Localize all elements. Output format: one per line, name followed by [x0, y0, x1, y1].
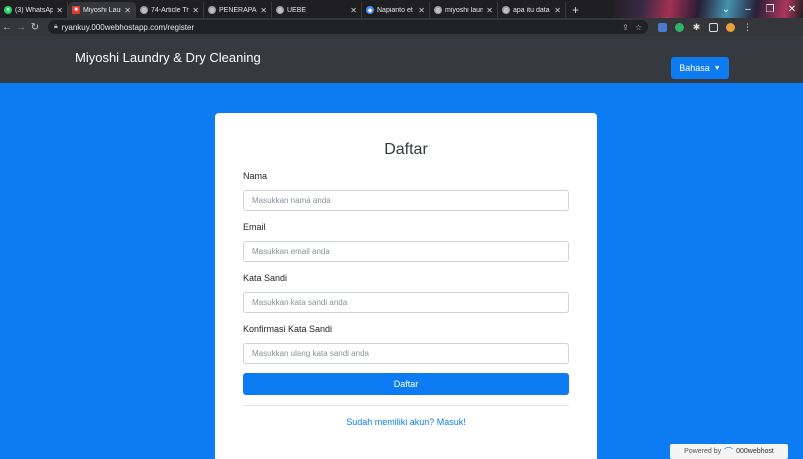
close-tab-icon[interactable]: ✕: [554, 6, 561, 15]
reload-icon[interactable]: ↻: [28, 22, 42, 33]
name-input[interactable]: [243, 190, 569, 211]
side-panel-icon[interactable]: [709, 22, 718, 32]
tab-title: PENERAPAN: [219, 6, 257, 14]
close-tab-icon[interactable]: ✕: [418, 6, 425, 15]
tab-search-icon[interactable]: ⌄: [715, 4, 737, 15]
close-tab-icon[interactable]: ✕: [260, 6, 267, 15]
url-text: ryankuy.000webhostapp.com/register: [61, 22, 195, 32]
confirm-password-input[interactable]: [243, 343, 569, 364]
tab-title: Napianto et: [377, 6, 413, 14]
password-input[interactable]: [243, 292, 569, 313]
name-label: Nama: [243, 171, 268, 181]
lock-icon[interactable]: 🔒︎: [54, 23, 58, 31]
extension-icon[interactable]: [675, 22, 684, 32]
close-window-icon[interactable]: ✕: [781, 4, 803, 15]
close-tab-icon[interactable]: ✕: [486, 6, 493, 15]
extension-icon[interactable]: [658, 22, 667, 32]
globe-icon: ◎: [502, 6, 510, 14]
site-brand[interactable]: Miyoshi Laundry & Dry Cleaning: [75, 50, 261, 65]
site-navbar: Miyoshi Laundry & Dry Cleaning Bahasa ▼: [0, 36, 803, 83]
globe-icon: ◎: [208, 6, 216, 14]
minimize-icon[interactable]: –: [737, 4, 759, 15]
globe-icon: ◎: [140, 6, 148, 14]
whatsapp-icon: ●: [4, 6, 12, 14]
close-tab-icon[interactable]: ✕: [124, 6, 131, 15]
host-name: 000webhost: [736, 448, 774, 455]
powered-by-badge[interactable]: Powered by ⌒ 000webhost: [670, 444, 788, 459]
confirm-password-label: Konfirmasi Kata Sandi: [243, 324, 333, 334]
profile-avatar-icon[interactable]: [726, 22, 735, 32]
restore-icon[interactable]: ❐: [759, 4, 781, 15]
tab-title: miyoshi laun: [445, 6, 484, 14]
browser-tab-miyoshi-search[interactable]: ◎ miyoshi laun ✕: [430, 2, 498, 18]
tab-title: UEBE: [287, 6, 307, 14]
globe-icon: ◎: [276, 6, 284, 14]
close-tab-icon[interactable]: ✕: [192, 6, 199, 15]
bookmark-star-icon[interactable]: ☆: [635, 23, 642, 32]
back-icon[interactable]: ←: [0, 22, 14, 33]
language-dropdown-button[interactable]: Bahasa ▼: [671, 57, 729, 79]
more-menu-icon[interactable]: ⋮: [743, 22, 752, 32]
forward-icon[interactable]: →: [14, 22, 28, 33]
webhost-logo-icon: ⌒: [724, 447, 734, 457]
address-bar[interactable]: 🔒︎ ryankuy.000webhostapp.com/register ⇪ …: [48, 20, 648, 34]
form-title: Daftar: [384, 141, 428, 158]
browser-tab-apa-itu-data[interactable]: ◎ apa itu data ✕: [498, 2, 566, 18]
browser-tab-article[interactable]: ◎ 74-Article Tr ✕: [136, 2, 204, 18]
email-input[interactable]: [243, 241, 569, 262]
browser-tab-napianto[interactable]: ◆ Napianto et ✕: [362, 2, 430, 18]
tab-title: Miyoshi Laun: [83, 6, 122, 14]
site-favicon-icon: ■: [72, 6, 80, 14]
divider: [243, 405, 569, 406]
new-tab-icon[interactable]: +: [566, 2, 585, 18]
extensions: ✱ ⋮: [658, 22, 752, 32]
close-tab-icon[interactable]: ✕: [56, 6, 63, 15]
browser-tab-miyoshi[interactable]: ■ Miyoshi Laun ✕: [68, 2, 136, 18]
share-icon[interactable]: ⇪: [622, 23, 629, 32]
document-icon: ◆: [366, 6, 374, 14]
window-controls: ⌄ – ❐ ✕: [715, 0, 803, 18]
globe-icon: ◎: [434, 6, 442, 14]
caret-down-icon: ▼: [713, 64, 721, 72]
close-tab-icon[interactable]: ✕: [350, 6, 357, 15]
browser-tab-whatsapp[interactable]: ● (3) WhatsApp ✕: [0, 2, 68, 18]
browser-tab-penerapan[interactable]: ◎ PENERAPAN ✕: [204, 2, 272, 18]
powered-by-text: Powered by: [684, 448, 722, 455]
login-link[interactable]: Sudah memiliki akun? Masuk!: [215, 417, 597, 427]
browser-tab-uebe[interactable]: ◎ UEBE ✕: [272, 2, 362, 18]
tab-title: 74-Article Tr: [151, 6, 189, 14]
tab-title: (3) WhatsApp: [15, 6, 53, 14]
email-label: Email: [243, 222, 266, 232]
password-label: Kata Sandi: [243, 273, 288, 283]
register-card: Daftar Nama Email Kata Sandi Konfirmasi …: [215, 113, 597, 459]
browser-toolbar: ← → ↻ 🔒︎ ryankuy.000webhostapp.com/regis…: [0, 18, 803, 36]
extensions-puzzle-icon[interactable]: ✱: [692, 22, 701, 32]
register-button[interactable]: Daftar: [243, 373, 569, 395]
tab-title: apa itu data: [513, 6, 550, 14]
language-button-label: Bahasa: [679, 63, 710, 73]
